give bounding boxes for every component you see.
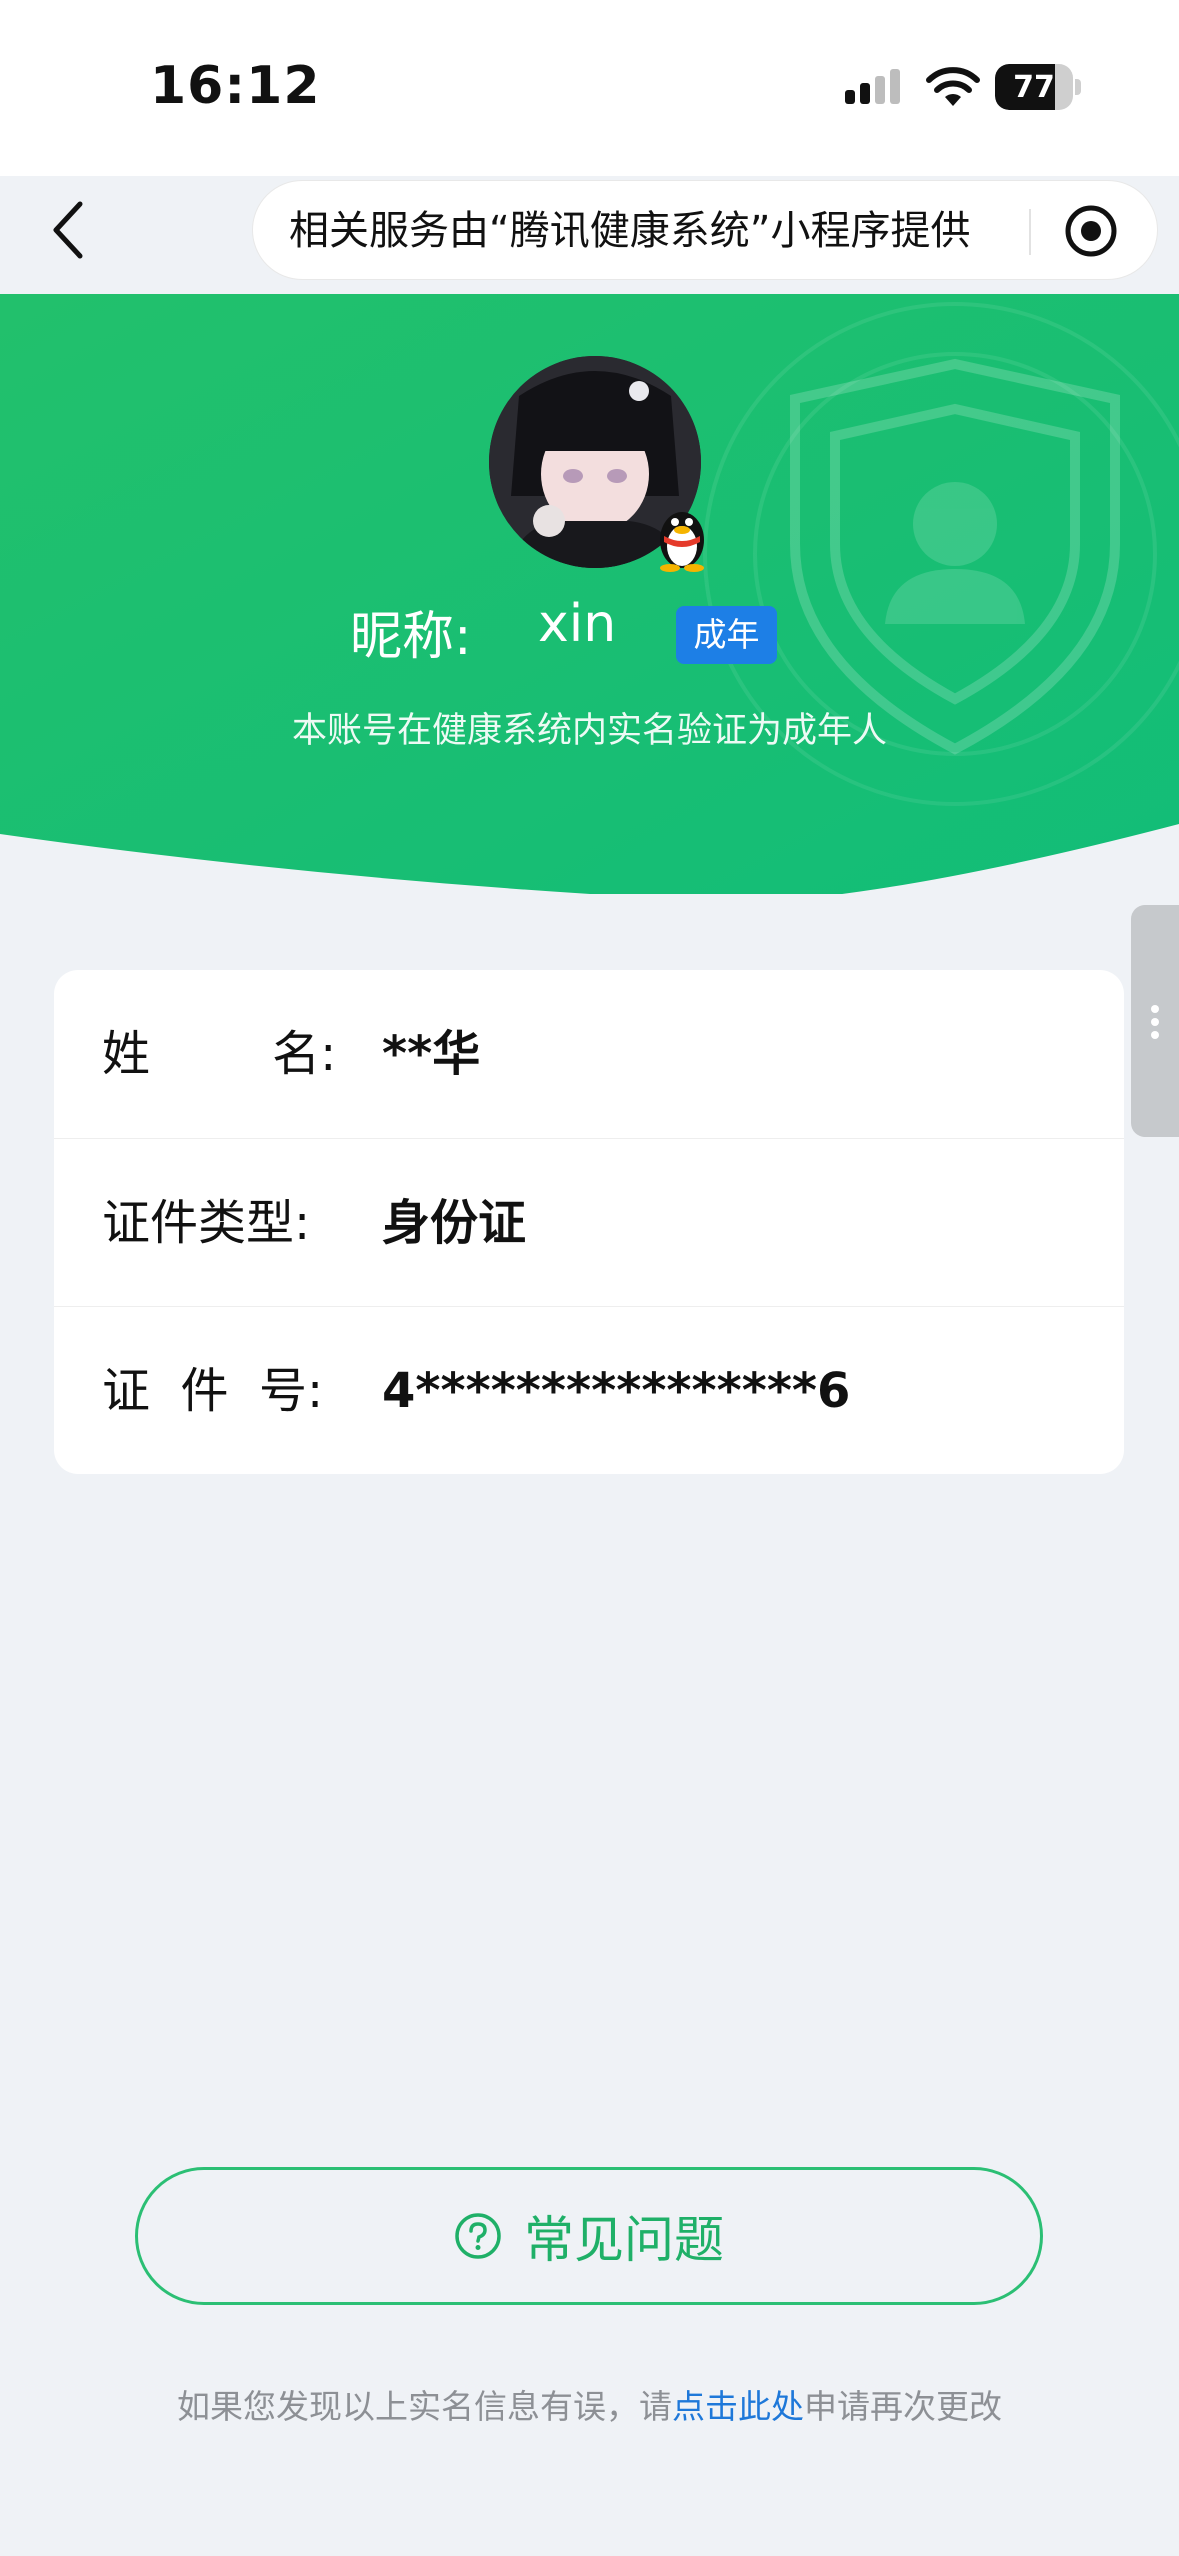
name-label: 姓 名: xyxy=(102,1026,337,1082)
record-target-icon[interactable] xyxy=(1063,203,1119,259)
battery-level: 77 xyxy=(1013,69,1055,105)
id-type-value: 身份证 xyxy=(382,1195,527,1251)
adult-status-badge: 成年 xyxy=(676,606,777,664)
id-type-label: 证件类型: xyxy=(102,1195,311,1251)
info-row-id-number: 证 件 号: 4****************6 xyxy=(54,1306,1124,1474)
name-value: **华 xyxy=(382,1026,481,1082)
back-chevron-icon[interactable] xyxy=(40,190,100,270)
id-number-label: 证 件 号: xyxy=(102,1363,324,1419)
handle-dot xyxy=(1151,1031,1159,1039)
correction-note: 如果您发现以上实名信息有误，请点击此处申请再次更改 xyxy=(0,2380,1179,2428)
info-row-name: 姓 名: **华 xyxy=(54,970,1124,1138)
service-provider-text: 相关服务由“腾讯健康系统”小程序提供 xyxy=(289,208,971,254)
wifi-icon xyxy=(926,67,980,106)
verification-note: 本账号在健康系统内实名验证为成年人 xyxy=(291,711,887,751)
faq-button[interactable]: 常见问题 xyxy=(135,2167,1043,2305)
nickname-value: xin xyxy=(538,594,617,654)
correction-link[interactable]: 点击此处 xyxy=(672,2387,804,2426)
qq-penguin-icon xyxy=(660,512,704,572)
floating-side-handle[interactable] xyxy=(1131,905,1179,1137)
status-bar: 16:12 77 相关服务由“腾讯健康系统”小程序提供 xyxy=(0,0,1179,280)
handle-dot xyxy=(1151,1018,1159,1026)
id-number-value: 4****************6 xyxy=(382,1363,851,1419)
capsule-divider xyxy=(1029,209,1031,255)
cellular-signal-icon xyxy=(845,69,900,104)
info-row-id-type: 证件类型: 身份证 xyxy=(54,1138,1124,1306)
mini-program-capsule[interactable]: 相关服务由“腾讯健康系统”小程序提供 xyxy=(252,180,1158,280)
battery-icon: 77 xyxy=(995,64,1081,110)
handle-dot xyxy=(1151,1005,1159,1013)
nickname-label: 昵称: xyxy=(350,607,472,667)
question-circle-icon xyxy=(455,2213,501,2259)
correction-note-suffix: 申请再次更改 xyxy=(804,2387,1002,2426)
identity-info-card: 姓 名: **华 证件类型: 身份证 证 件 号: 4*************… xyxy=(54,970,1124,1474)
faq-label: 常见问题 xyxy=(524,2211,724,2269)
status-time: 16:12 xyxy=(150,56,321,116)
correction-note-prefix: 如果您发现以上实名信息有误，请 xyxy=(177,2387,672,2426)
